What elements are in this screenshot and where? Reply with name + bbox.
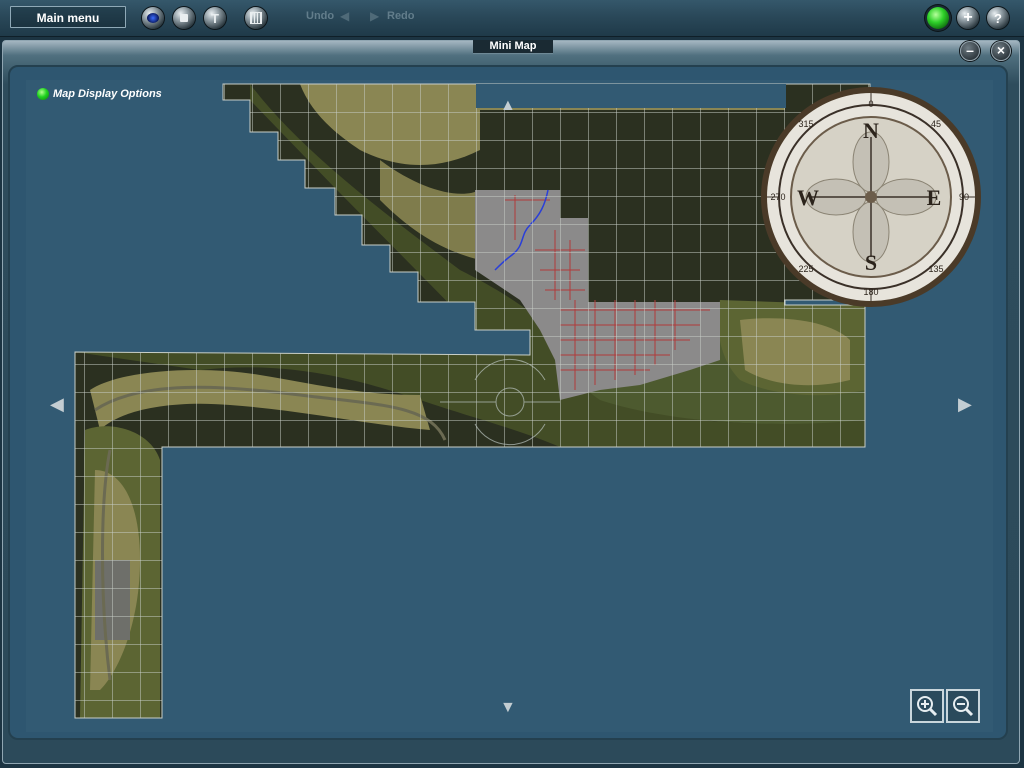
compass-deg-315: 315 <box>798 119 813 129</box>
compass-e: E <box>927 185 942 210</box>
window-title: Mini Map <box>473 40 553 54</box>
compass-deg-225: 225 <box>798 264 813 274</box>
compass-deg-0: 0 <box>868 99 873 109</box>
grid-icon[interactable] <box>245 7 267 29</box>
compass-w: W <box>797 185 819 210</box>
minimize-icon[interactable]: – <box>960 41 980 61</box>
map-display-options[interactable]: Map Display Options <box>37 88 162 100</box>
main-menu-button[interactable]: Main menu <box>10 6 126 28</box>
redo-arrow-icon: ▶ <box>370 9 380 23</box>
pan-left-icon[interactable]: ◀ <box>50 395 64 413</box>
compass-n: N <box>863 118 879 143</box>
compass-deg-270: 270 <box>770 192 785 202</box>
pan-down-icon[interactable]: ▼ <box>500 700 516 716</box>
compass-s: S <box>865 250 877 275</box>
map-display-options-label[interactable]: Map Display Options <box>53 88 162 100</box>
compass-deg-90: 90 <box>959 192 969 202</box>
camera-icon[interactable] <box>142 7 164 29</box>
status-light-icon[interactable] <box>927 7 949 29</box>
compass-deg-180: 180 <box>863 287 878 297</box>
redo-button[interactable]: Redo <box>387 10 415 22</box>
stop-icon[interactable] <box>173 7 195 29</box>
tool-icon[interactable]: T <box>204 7 226 29</box>
zoom-in-icon[interactable] <box>910 689 944 723</box>
pan-right-icon[interactable]: ▶ <box>958 395 972 413</box>
compass-deg-45: 45 <box>931 119 941 129</box>
help-icon[interactable]: ? <box>987 7 1009 29</box>
add-icon[interactable]: + <box>957 7 979 29</box>
compass-deg-135: 135 <box>928 264 943 274</box>
top-toolbar: Main menu T Undo ◀ ▶ Redo + ? <box>0 0 1024 37</box>
pan-up-icon[interactable]: ▲ <box>500 98 516 114</box>
options-toggle-icon[interactable] <box>37 88 49 100</box>
map-viewport[interactable]: N S W E 0 45 90 135 180 225 270 315 <box>26 80 993 732</box>
compass-icon: N S W E 0 45 90 135 180 225 270 315 <box>761 87 981 307</box>
undo-button[interactable]: Undo <box>306 10 334 22</box>
undo-arrow-icon: ◀ <box>340 9 350 23</box>
zoom-out-icon[interactable] <box>946 689 980 723</box>
close-icon[interactable]: × <box>991 41 1011 61</box>
